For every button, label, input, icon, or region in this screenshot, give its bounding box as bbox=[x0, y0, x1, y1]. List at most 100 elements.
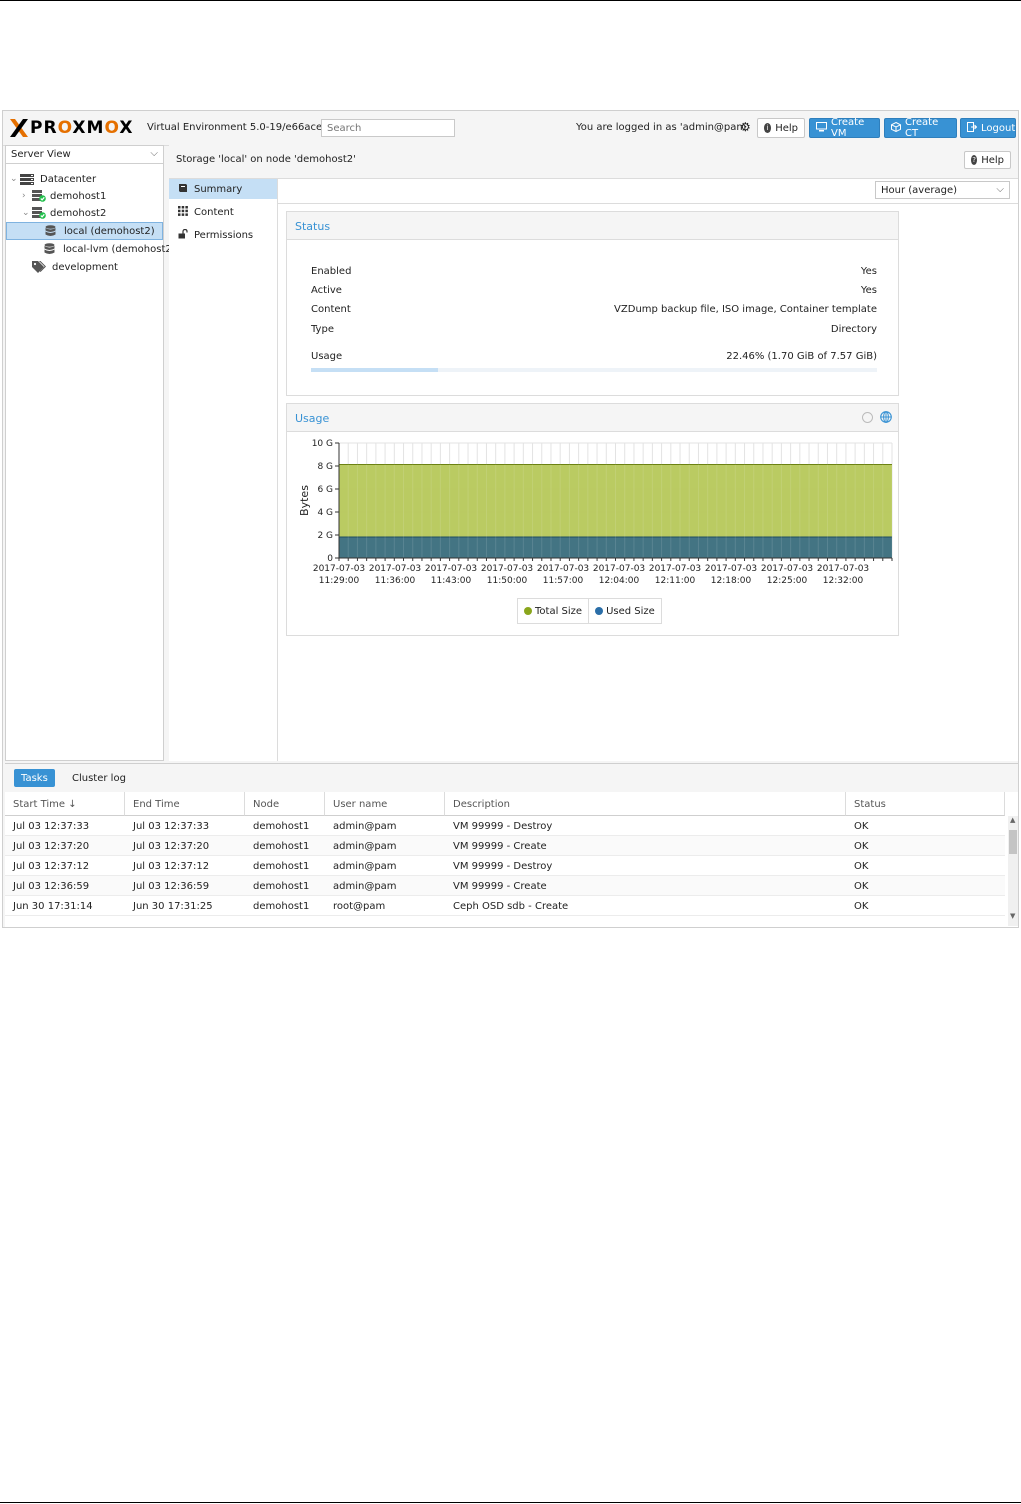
resource-tree: Server View ⌵ ⌄ Datacenter › demohost1 ⌄… bbox=[5, 145, 176, 761]
table-cell: admin@pam bbox=[333, 881, 397, 892]
y-tick-label: 0 bbox=[327, 554, 333, 564]
search-input[interactable] bbox=[321, 119, 455, 137]
question-circle-icon: ? bbox=[971, 155, 978, 165]
database-icon bbox=[44, 243, 55, 254]
column-header[interactable]: User name bbox=[325, 792, 445, 816]
usage-chart: 0 2 G 4 G 6 G 8 G 10 G 2017-07-03 11:29:00 2017-… bbox=[298, 439, 893, 586]
scroll-up-icon[interactable]: ▲ bbox=[1010, 816, 1015, 824]
x-tick-label-date: 2017-07-03 bbox=[761, 564, 813, 574]
scrollbar-thumb[interactable] bbox=[1009, 830, 1017, 854]
y-tick-label: 4 G bbox=[317, 508, 333, 518]
column-header[interactable]: Start Time ↓ bbox=[5, 792, 125, 816]
table-row[interactable]: Jun 30 17:31:14 Jun 30 17:31:25 demohost1 r… bbox=[5, 896, 1005, 916]
content-help-button[interactable]: ? Help bbox=[964, 151, 1011, 169]
tree-item-local-lvm-demohost2[interactable]: local-lvm (demohost2) bbox=[44, 240, 176, 258]
table-cell: demohost1 bbox=[253, 861, 310, 872]
cube-icon bbox=[891, 121, 901, 135]
logout-button[interactable]: Logout bbox=[960, 118, 1016, 138]
x-tick-label-time: 12:04:00 bbox=[599, 576, 640, 586]
desktop-icon bbox=[816, 121, 827, 135]
task-grid-scrollbar[interactable]: ▲ ▼ bbox=[1008, 816, 1018, 926]
table-cell: Jun 30 17:31:25 bbox=[133, 901, 213, 912]
column-header[interactable]: End Time bbox=[125, 792, 245, 816]
table-cell: Ceph OSD sdb - Create bbox=[453, 901, 569, 912]
table-cell: Jul 03 12:37:33 bbox=[13, 821, 90, 832]
nav-item-permissions[interactable]: Permissions bbox=[169, 225, 277, 245]
table-row[interactable]: Jul 03 12:37:12 Jul 03 12:37:12 demohost1 a… bbox=[5, 856, 1005, 876]
help-button[interactable]: i Help bbox=[757, 118, 805, 138]
collapse-toggle-icon[interactable]: ⌄ bbox=[10, 174, 20, 184]
x-tick-label-date: 2017-07-03 bbox=[705, 564, 757, 574]
table-cell: admin@pam bbox=[333, 821, 397, 832]
tab-cluster-log[interactable]: Cluster log bbox=[65, 769, 133, 787]
table-cell: demohost1 bbox=[253, 821, 310, 832]
table-row[interactable]: Jul 03 12:37:20 Jul 03 12:37:20 demohost1 a… bbox=[5, 836, 1005, 856]
log-panel: Tasks Cluster log Start Time ↓ End Time No… bbox=[5, 763, 1018, 927]
server-rack-icon bbox=[20, 173, 34, 185]
sign-out-icon bbox=[967, 121, 978, 135]
table-cell: Jul 03 12:37:12 bbox=[13, 861, 90, 872]
expand-toggle-icon[interactable]: › bbox=[22, 191, 32, 201]
tab-tasks[interactable]: Tasks bbox=[14, 769, 55, 787]
gear-icon[interactable]: ⚙ bbox=[740, 120, 751, 134]
tree-item-demohost2[interactable]: ⌄ demohost2 bbox=[22, 204, 106, 222]
page-rule-top bbox=[0, 0, 1021, 1]
chevron-down-icon: ⌵ bbox=[996, 184, 1004, 195]
x-tick-label-time: 11:29:00 bbox=[319, 576, 360, 586]
table-cell: Jul 03 12:36:59 bbox=[13, 881, 90, 892]
zoom-globe-icon[interactable] bbox=[880, 411, 892, 423]
x-tick-label-time: 12:18:00 bbox=[711, 576, 752, 586]
status-row-enabled: Enabled Yes bbox=[311, 266, 877, 277]
x-tick-label-time: 11:57:00 bbox=[543, 576, 584, 586]
status-panel: Status Enabled Yes Active Yes Content VZ… bbox=[286, 211, 899, 396]
nav-item-content[interactable]: Content bbox=[169, 202, 277, 222]
column-header[interactable]: Node bbox=[245, 792, 325, 816]
x-tick-label-date: 2017-07-03 bbox=[593, 564, 645, 574]
tree-item-local-demohost2[interactable]: local (demohost2) bbox=[6, 222, 163, 240]
proxmox-logo[interactable]: PROXMOX bbox=[9, 118, 133, 138]
status-panel-title: Status bbox=[287, 212, 898, 240]
table-cell: Jul 03 12:37:12 bbox=[133, 861, 210, 872]
column-header[interactable]: Status bbox=[846, 792, 1005, 816]
table-cell: OK bbox=[854, 861, 869, 872]
table-cell: demohost1 bbox=[253, 901, 310, 912]
timeframe-select[interactable]: Hour (average) ⌵ bbox=[875, 181, 1010, 199]
chevron-down-icon: ⌵ bbox=[150, 148, 158, 159]
view-selector[interactable]: Server View ⌵ bbox=[6, 146, 163, 164]
zoom-reset-icon[interactable] bbox=[862, 412, 873, 423]
usage-panel: Usage 0 2 G 4 G 6 G 8 G 10 G 2017-07-03 11:29:0… bbox=[286, 403, 899, 636]
question-circle-icon: i bbox=[764, 123, 772, 133]
collapse-toggle-icon[interactable]: ⌄ bbox=[22, 208, 32, 218]
x-tick-label-date: 2017-07-03 bbox=[817, 564, 869, 574]
nav-item-summary[interactable]: Summary bbox=[169, 179, 277, 199]
legend-item-used-size[interactable]: Used Size bbox=[589, 599, 661, 623]
tree-item-datacenter[interactable]: ⌄ Datacenter bbox=[10, 170, 96, 188]
usage-progress-fill bbox=[311, 368, 439, 372]
legend-dot bbox=[595, 607, 604, 615]
status-row-usage: Usage 22.46% (1.70 GiB of 7.57 GiB) bbox=[311, 351, 877, 362]
legend-item-total-size[interactable]: Total Size bbox=[518, 599, 590, 623]
table-row[interactable]: Jul 03 12:37:33 Jul 03 12:37:33 demohost1 a… bbox=[5, 816, 1005, 836]
usage-progress-bar bbox=[311, 368, 877, 372]
table-row[interactable]: Jul 03 12:36:59 Jul 03 12:36:59 demohost1 a… bbox=[5, 876, 1005, 896]
x-tick-label-time: 11:43:00 bbox=[431, 576, 472, 586]
grid-icon bbox=[177, 205, 189, 219]
column-header[interactable]: Description bbox=[445, 792, 846, 816]
create-ct-button[interactable]: Create CT bbox=[884, 117, 957, 139]
scroll-down-icon[interactable]: ▼ bbox=[1010, 912, 1015, 920]
x-tick-label-date: 2017-07-03 bbox=[313, 564, 365, 574]
tree-item-demohost1[interactable]: › demohost1 bbox=[22, 187, 106, 205]
summary-toolbar: Hour (average) ⌵ bbox=[278, 179, 1018, 204]
tree-item-development[interactable]: development bbox=[32, 258, 118, 276]
x-tick-label-time: 12:25:00 bbox=[767, 576, 808, 586]
create-vm-button[interactable]: Create VM bbox=[809, 117, 880, 139]
y-tick-label: 6 G bbox=[317, 485, 333, 495]
y-tick-label: 10 G bbox=[312, 439, 333, 449]
table-cell: OK bbox=[854, 881, 869, 892]
x-tick-label-date: 2017-07-03 bbox=[537, 564, 589, 574]
table-cell: admin@pam bbox=[333, 861, 397, 872]
proxmox-window: PROXMOX Virtual Environment 5.0-19/e66ac… bbox=[2, 110, 1019, 928]
log-tabs: Tasks Cluster log bbox=[5, 764, 1018, 792]
y-tick-label: 2 G bbox=[317, 531, 333, 541]
x-tick-label-date: 2017-07-03 bbox=[425, 564, 477, 574]
